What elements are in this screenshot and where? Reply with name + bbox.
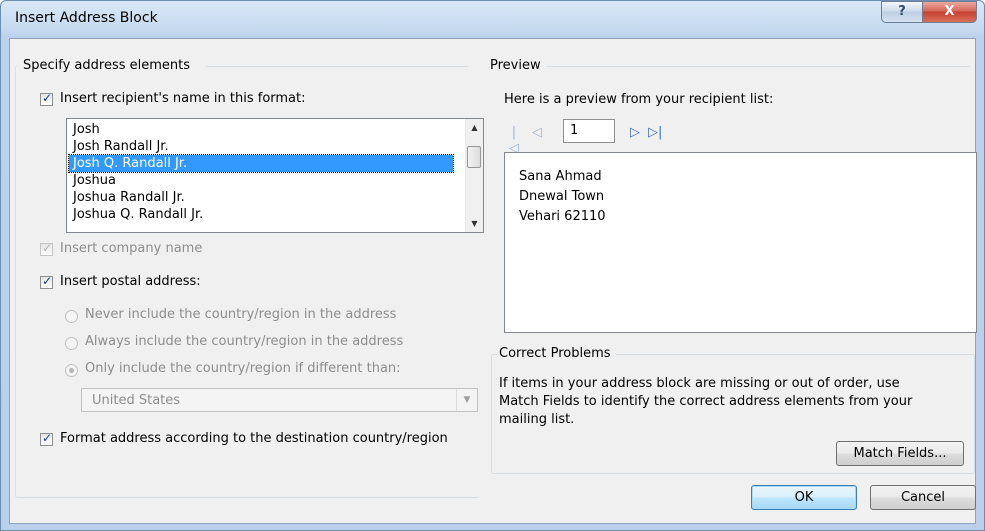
preview-group-label: Preview	[490, 58, 545, 73]
scroll-up-icon[interactable]: ▲	[466, 119, 483, 136]
correct-problems-text-line: mailing list.	[499, 412, 575, 427]
company-name-checkbox[interactable]: ✓	[40, 241, 53, 256]
dialog-title: Insert Address Block	[15, 10, 158, 26]
only-if-different-label: Only include the country/region if diffe…	[85, 361, 401, 376]
previous-record-icon[interactable]: ◁	[530, 125, 544, 141]
always-country-radio[interactable]	[65, 337, 78, 350]
list-item[interactable]: Josh Randall Jr.	[69, 138, 453, 155]
record-number-value: 1	[570, 123, 579, 138]
close-icon: X	[944, 4, 955, 19]
recipient-name-label: Insert recipient's name in this format:	[60, 91, 306, 106]
country-dropdown[interactable]: United States ▼	[81, 388, 478, 412]
only-if-different-radio[interactable]	[65, 364, 78, 377]
cancel-button[interactable]: Cancel	[870, 485, 976, 510]
first-record-icon[interactable]: |◁	[507, 125, 521, 156]
record-number-input[interactable]: 1	[563, 119, 615, 143]
help-button[interactable]: ?	[881, 1, 923, 23]
checkmark-icon: ✓	[42, 241, 53, 255]
preview-address-line: Dnewal Town	[519, 189, 605, 204]
scroll-thumb[interactable]	[467, 146, 481, 168]
scroll-down-icon[interactable]: ▼	[466, 215, 483, 232]
correct-problems-text-line: If items in your address block are missi…	[499, 376, 900, 391]
list-item[interactable]: Joshua Randall Jr.	[69, 189, 453, 206]
listbox-scrollbar[interactable]: ▲ ▼	[465, 119, 483, 232]
recipient-name-checkbox[interactable]: ✓	[40, 91, 53, 106]
last-record-icon[interactable]: ▷|	[648, 125, 662, 141]
chevron-down-icon[interactable]: ▼	[456, 389, 477, 411]
list-item[interactable]: Joshua	[69, 172, 453, 189]
never-country-radio[interactable]	[65, 310, 78, 323]
format-destination-label: Format address according to the destinat…	[60, 431, 448, 446]
help-icon: ?	[898, 4, 906, 19]
correct-problems-text-line: Match Fields to identify the correct add…	[499, 394, 913, 409]
preview-address-line: Vehari 62110	[519, 209, 606, 224]
preview-intro-text: Here is a preview from your recipient li…	[504, 92, 774, 107]
next-record-icon[interactable]: ▷	[628, 125, 642, 141]
checkmark-icon: ✓	[42, 91, 53, 105]
address-preview-box: Sana Ahmad Dnewal Town Vehari 62110	[504, 152, 977, 333]
list-item-selected[interactable]: Josh Q. Randall Jr.	[68, 154, 454, 173]
postal-address-checkbox[interactable]: ✓	[40, 274, 53, 289]
checkmark-icon: ✓	[42, 274, 53, 288]
company-name-label: Insert company name	[60, 241, 203, 256]
group-divider	[546, 66, 970, 67]
name-format-listbox[interactable]: Josh Josh Randall Jr. Josh Q. Randall Jr…	[66, 118, 484, 233]
always-country-label: Always include the country/region in the…	[85, 334, 404, 349]
ok-button[interactable]: OK	[751, 485, 857, 510]
postal-address-label: Insert postal address:	[60, 274, 201, 289]
list-item[interactable]: Josh	[69, 121, 453, 138]
title-bar[interactable]: Insert Address Block ? X	[1, 1, 984, 37]
list-item[interactable]: Joshua Q. Randall Jr.	[69, 206, 453, 223]
address-elements-group-label: Specify address elements	[23, 58, 195, 73]
close-button[interactable]: X	[922, 1, 977, 23]
country-dropdown-value: United States	[92, 393, 181, 408]
checkmark-icon: ✓	[42, 431, 53, 445]
never-country-label: Never include the country/region in the …	[85, 307, 397, 322]
match-fields-button[interactable]: Match Fields...	[836, 441, 964, 466]
dialog-window: Insert Address Block ? X Specify address…	[0, 0, 985, 531]
preview-address-line: Sana Ahmad	[519, 169, 602, 184]
correct-problems-label: Correct Problems	[499, 346, 615, 361]
format-destination-checkbox[interactable]: ✓	[40, 431, 53, 446]
dialog-client-area: Specify address elements ✓ Insert recipi…	[9, 38, 977, 524]
